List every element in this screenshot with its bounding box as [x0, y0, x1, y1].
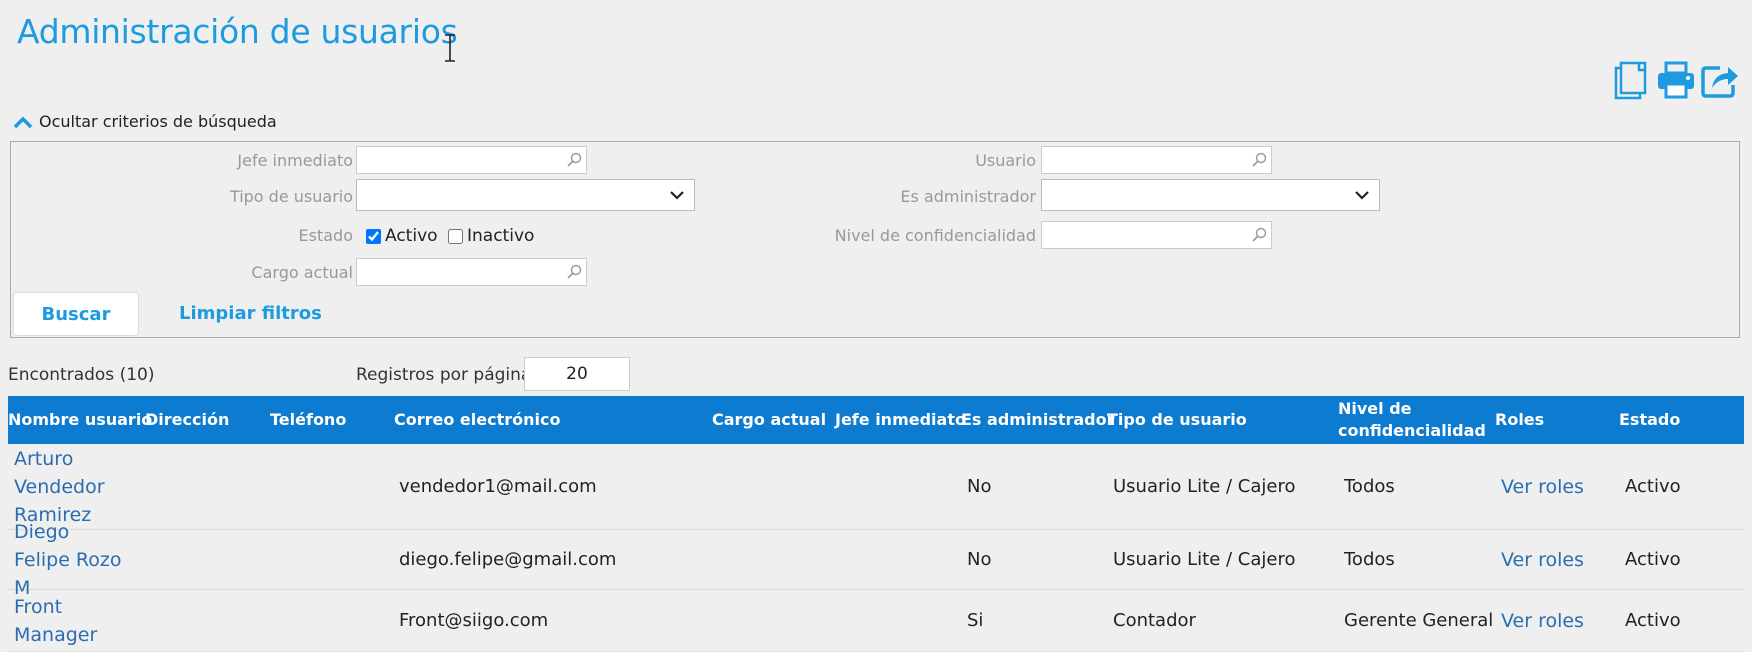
toggle-label: Ocultar criterios de búsqueda	[39, 112, 277, 131]
activo-checkbox-input[interactable]	[366, 228, 381, 244]
search-icon	[1252, 227, 1267, 242]
header-correo[interactable]: Correo electrónico	[394, 396, 560, 444]
jefe-inmediato-label: Jefe inmediato	[237, 151, 353, 170]
admin-cell: No	[967, 549, 992, 570]
status-cell: Activo	[1625, 476, 1681, 497]
search-icon	[567, 264, 582, 279]
jefe-inmediato-input[interactable]	[356, 146, 587, 174]
table-row: Front Manager Front@siigo.com Si Contado…	[8, 590, 1744, 652]
results-count: Encontrados (10)	[8, 365, 155, 385]
activo-label: Activo	[385, 226, 438, 246]
limpiar-filtros-button[interactable]: Limpiar filtros	[179, 303, 322, 324]
user-name-link[interactable]: Diego Felipe Rozo M	[14, 521, 129, 599]
inactivo-checkbox-input[interactable]	[448, 228, 463, 244]
confidentiality-cell: Gerente General	[1344, 610, 1494, 631]
toggle-search-criteria[interactable]: Ocultar criterios de búsqueda	[13, 112, 277, 131]
inactivo-label: Inactivo	[467, 226, 535, 246]
header-nombre-usuario[interactable]: Nombre usuario	[8, 396, 152, 444]
ver-roles-link[interactable]: Ver roles	[1501, 590, 1584, 651]
header-jefe-inmediato[interactable]: Jefe inmediato	[835, 396, 966, 444]
records-per-page-input[interactable]: 20	[524, 357, 630, 391]
confidentiality-cell: Todos	[1344, 476, 1395, 497]
email-cell: Front@siigo.com	[399, 610, 549, 631]
nivel-confidencialidad-input[interactable]	[1041, 221, 1272, 249]
chevron-down-icon	[670, 191, 684, 200]
tipo-usuario-select[interactable]	[356, 179, 695, 211]
header-es-administrador[interactable]: Es administrador	[961, 396, 1115, 444]
status-cell: Activo	[1625, 610, 1681, 631]
search-filters-panel: Jefe inmediato Usuario Tipo de usuario E…	[10, 141, 1740, 338]
tipo-usuario-label: Tipo de usuario	[229, 187, 353, 206]
cargo-actual-input[interactable]	[356, 258, 587, 286]
search-icon	[1252, 152, 1267, 167]
print-icon[interactable]	[1656, 60, 1696, 100]
header-cargo-actual[interactable]: Cargo actual	[712, 396, 826, 444]
records-per-page-label: Registros por página	[356, 365, 532, 385]
header-estado[interactable]: Estado	[1619, 396, 1680, 444]
table-row: Diego Felipe Rozo M diego.felipe@gmail.c…	[8, 521, 1744, 599]
share-icon[interactable]	[1700, 60, 1740, 100]
es-administrador-select[interactable]	[1041, 179, 1380, 211]
buscar-button[interactable]: Buscar	[13, 292, 139, 336]
confidentiality-cell: Todos	[1344, 549, 1395, 570]
nivel-confidencialidad-label: Nivel de confidencialidad	[834, 226, 1036, 245]
cargo-actual-label: Cargo actual	[251, 263, 353, 282]
user-type-cell: Contador	[1113, 610, 1196, 631]
admin-cell: No	[967, 476, 992, 497]
chevron-down-icon	[1355, 191, 1369, 200]
estado-label: Estado	[298, 226, 353, 245]
user-type-cell: Usuario Lite / Cajero	[1113, 476, 1296, 497]
page-title: Administración de usuarios	[17, 12, 458, 51]
user-name-link[interactable]: Arturo Vendedor Ramirez	[14, 444, 129, 529]
header-tipo-usuario[interactable]: Tipo de usuario	[1107, 396, 1247, 444]
table-row: Arturo Vendedor Ramirez vendedor1@mail.c…	[8, 444, 1744, 530]
user-name-link[interactable]: Front Manager	[14, 590, 129, 651]
header-direccion[interactable]: Dirección	[145, 396, 229, 444]
usuario-label: Usuario	[975, 151, 1036, 170]
header-nivel-confidencialidad[interactable]: Nivel de confidencialidad	[1338, 396, 1498, 444]
search-icon	[567, 152, 582, 167]
table-header: Nombre usuario Dirección Teléfono Correo…	[8, 396, 1744, 444]
activo-checkbox[interactable]: Activo	[366, 226, 438, 246]
header-telefono[interactable]: Teléfono	[270, 396, 346, 444]
email-cell: vendedor1@mail.com	[399, 476, 597, 497]
email-cell: diego.felipe@gmail.com	[399, 549, 617, 570]
es-administrador-label: Es administrador	[900, 187, 1036, 206]
admin-cell: Si	[967, 610, 984, 631]
toolbar	[1612, 60, 1740, 100]
chevron-up-icon	[13, 116, 33, 128]
usuario-input[interactable]	[1041, 146, 1272, 174]
status-cell: Activo	[1625, 549, 1681, 570]
text-cursor-icon	[445, 34, 455, 62]
ver-roles-link[interactable]: Ver roles	[1501, 444, 1584, 529]
user-type-cell: Usuario Lite / Cajero	[1113, 549, 1296, 570]
ver-roles-link[interactable]: Ver roles	[1501, 530, 1584, 589]
header-roles[interactable]: Roles	[1495, 396, 1544, 444]
copy-icon[interactable]	[1612, 60, 1652, 100]
inactivo-checkbox[interactable]: Inactivo	[448, 226, 534, 246]
